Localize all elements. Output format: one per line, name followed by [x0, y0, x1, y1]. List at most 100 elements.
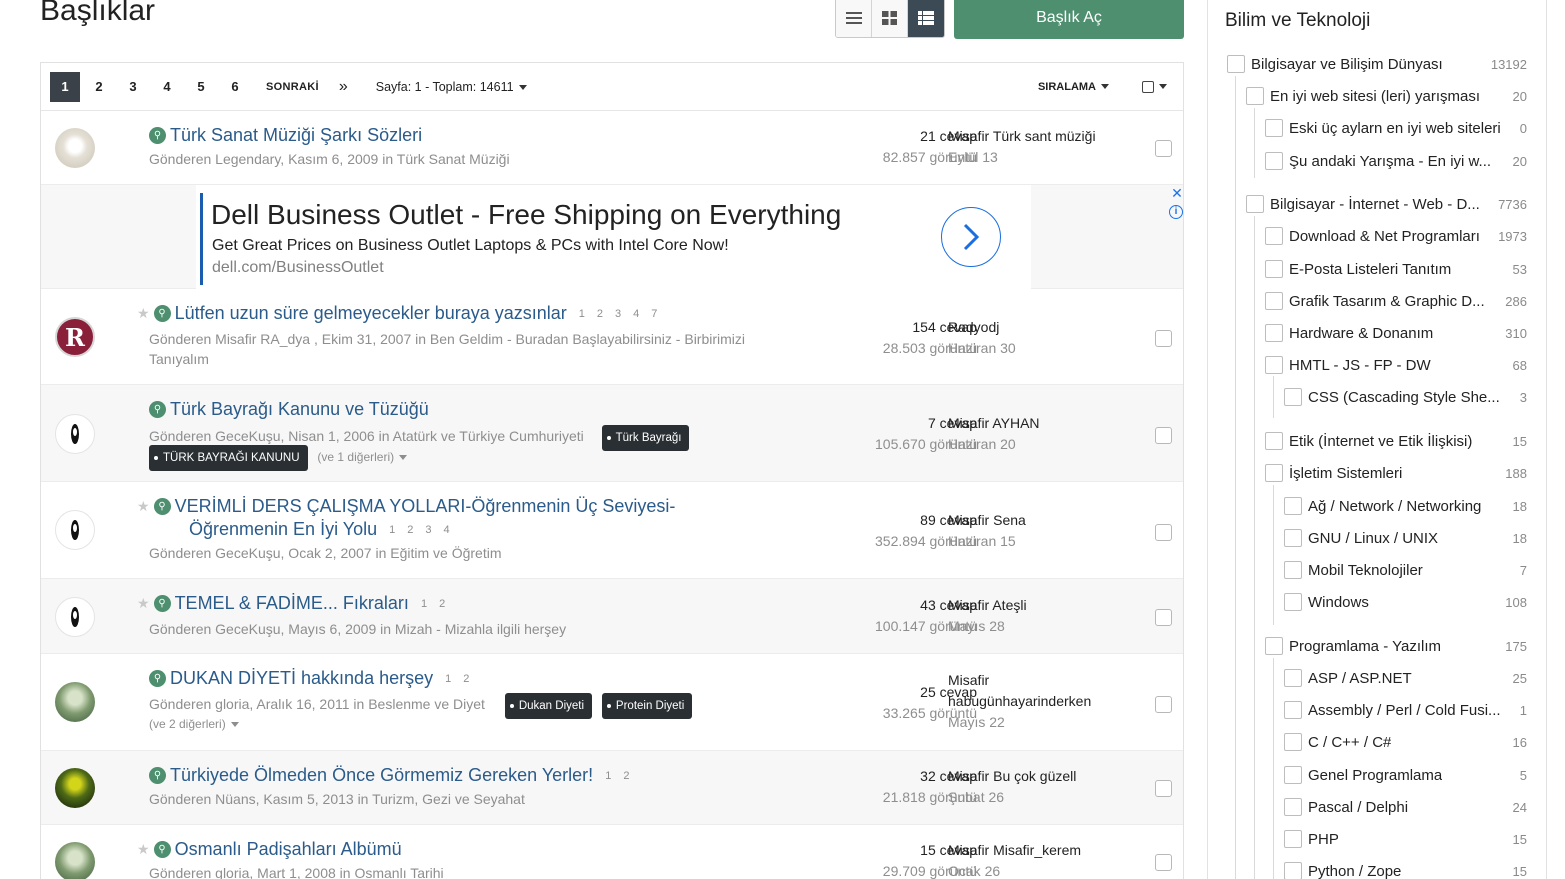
category-item[interactable]: Assembly / Perl / Cold Fusi... 1: [1284, 699, 1537, 721]
category-item[interactable]: Windows 108: [1284, 591, 1537, 613]
category-checkbox[interactable]: [1284, 561, 1302, 579]
list-view-button[interactable]: [836, 0, 872, 37]
row-checkbox[interactable]: [1155, 854, 1172, 871]
category-checkbox[interactable]: [1246, 87, 1264, 105]
row-checkbox[interactable]: [1155, 696, 1172, 713]
topic-title[interactable]: VERİMLİ DERS ÇALIŞMA YOLLARI-Öğrenmenin …: [175, 496, 676, 517]
mini-page-link[interactable]: 7: [651, 308, 657, 320]
category-checkbox[interactable]: [1284, 497, 1302, 515]
category-checkbox[interactable]: [1265, 464, 1283, 482]
topic-title-continued[interactable]: Öğrenmenin En İyi Yolu: [189, 519, 377, 540]
row-checkbox[interactable]: [1155, 140, 1172, 157]
new-topic-button[interactable]: Başlık Aç: [954, 0, 1184, 39]
star-icon[interactable]: ★: [137, 305, 150, 322]
category-checkbox[interactable]: [1284, 593, 1302, 611]
category-checkbox[interactable]: [1284, 388, 1302, 406]
avatar[interactable]: [55, 510, 95, 550]
page-link-1[interactable]: 1: [50, 71, 80, 102]
page-link-4[interactable]: 4: [152, 72, 182, 102]
avatar[interactable]: [55, 414, 95, 454]
category-item[interactable]: Bilgisayar - İnternet - Web - D... 7736: [1246, 193, 1537, 215]
ad-arrow-button[interactable]: [941, 207, 1001, 267]
sort-dropdown[interactable]: SIRALAMA: [1038, 81, 1109, 93]
category-checkbox[interactable]: [1284, 798, 1302, 816]
info-icon[interactable]: i: [1169, 205, 1183, 219]
last-post-date[interactable]: Şubat 26: [948, 787, 1076, 808]
row-checkbox[interactable]: [1155, 427, 1172, 444]
avatar[interactable]: [55, 128, 95, 168]
category-checkbox[interactable]: [1284, 862, 1302, 879]
more-tags-link[interactable]: (ve 2 diğerleri): [149, 713, 239, 734]
category-item[interactable]: Download & Net Programları 1973: [1265, 225, 1537, 247]
ad-content[interactable]: Dell Business Outlet - Free Shipping on …: [196, 185, 1183, 289]
star-icon[interactable]: ★: [137, 595, 150, 612]
category-checkbox[interactable]: [1284, 830, 1302, 848]
page-link-6[interactable]: 6: [220, 72, 250, 102]
tag[interactable]: Protein Diyeti: [601, 693, 693, 719]
last-post-date[interactable]: Eylül 13: [948, 147, 1096, 168]
last-post-date[interactable]: Haziran 15: [948, 531, 1026, 552]
category-checkbox[interactable]: [1227, 55, 1245, 73]
mini-page-link[interactable]: 2: [597, 308, 603, 320]
category-item[interactable]: Mobil Teknolojiler 7: [1284, 559, 1537, 581]
last-poster[interactable]: Misafir Bu çok güzell: [948, 766, 1076, 787]
row-checkbox[interactable]: [1155, 524, 1172, 541]
category-checkbox[interactable]: [1265, 152, 1283, 170]
avatar[interactable]: [55, 768, 95, 808]
mini-page-link[interactable]: 4: [444, 524, 450, 536]
category-checkbox[interactable]: [1265, 356, 1283, 374]
category-item[interactable]: GNU / Linux / UNIX 18: [1284, 527, 1537, 549]
row-checkbox[interactable]: [1155, 780, 1172, 797]
last-page-link[interactable]: »: [339, 78, 348, 96]
category-item[interactable]: Programlama - Yazılım 175: [1265, 635, 1537, 657]
category-checkbox[interactable]: [1265, 227, 1283, 245]
category-item[interactable]: Genel Programlama 5: [1284, 764, 1537, 786]
more-tags-link[interactable]: (ve 1 diğerleri): [317, 450, 408, 464]
last-post-date[interactable]: Haziran 30: [948, 338, 1016, 359]
last-poster[interactable]: Misafir Sena: [948, 510, 1026, 531]
star-icon[interactable]: ★: [137, 498, 150, 515]
mini-page-link[interactable]: 1: [389, 524, 395, 536]
mini-page-link[interactable]: 1: [421, 598, 427, 610]
last-poster[interactable]: Misafir Ateşli: [948, 595, 1027, 616]
category-item[interactable]: Hardware & Donanım 310: [1265, 322, 1537, 344]
close-icon[interactable]: ✕: [1169, 185, 1185, 201]
grid-view-button[interactable]: [872, 0, 908, 37]
topic-title[interactable]: DUKAN DİYETİ hakkında herşey: [170, 668, 433, 689]
tag[interactable]: Türk Bayrağı: [601, 425, 690, 451]
category-checkbox[interactable]: [1265, 432, 1283, 450]
last-post-date[interactable]: Mayıs 22: [948, 712, 1091, 733]
star-icon[interactable]: ★: [137, 841, 150, 858]
avatar[interactable]: [55, 682, 95, 722]
category-checkbox[interactable]: [1265, 324, 1283, 342]
last-poster[interactable]: Misafir Türk sant müziği: [948, 126, 1096, 147]
category-item[interactable]: Ağ / Network / Networking 18: [1284, 495, 1537, 517]
tag[interactable]: Dukan Diyeti: [504, 693, 593, 719]
category-checkbox[interactable]: [1284, 701, 1302, 719]
category-item[interactable]: İşletim Sistemleri 188: [1265, 462, 1537, 484]
last-poster[interactable]: Misafir: [948, 670, 1091, 691]
page-info-dropdown[interactable]: Sayfa: 1 - Toplam: 14611: [376, 80, 527, 94]
ad-url[interactable]: dell.com/BusinessOutlet: [212, 259, 384, 277]
mini-page-link[interactable]: 2: [463, 673, 469, 685]
avatar[interactable]: [55, 597, 95, 637]
avatar[interactable]: R: [55, 317, 95, 357]
mini-page-link[interactable]: 2: [623, 770, 629, 782]
category-checkbox[interactable]: [1246, 195, 1264, 213]
last-post-date[interactable]: Mayıs 28: [948, 616, 1027, 637]
row-checkbox[interactable]: [1155, 609, 1172, 626]
category-item[interactable]: PHP 15: [1284, 828, 1537, 850]
category-checkbox[interactable]: [1265, 292, 1283, 310]
last-poster[interactable]: Misafir Misafir_kerem: [948, 840, 1081, 861]
topic-title[interactable]: Lütfen uzun süre gelmeyecekler buraya ya…: [175, 303, 567, 324]
mini-page-link[interactable]: 2: [407, 524, 413, 536]
category-item[interactable]: Python / Zope 15: [1284, 860, 1537, 879]
topic-title[interactable]: Türkiyede Ölmeden Önce Görmemiz Gereken …: [170, 765, 593, 786]
mini-page-link[interactable]: 1: [579, 308, 585, 320]
category-item[interactable]: Pascal / Delphi 24: [1284, 796, 1537, 818]
category-item[interactable]: HMTL - JS - FP - DW 68: [1265, 354, 1537, 376]
category-item[interactable]: Grafik Tasarım & Graphic D... 286: [1265, 290, 1537, 312]
category-item[interactable]: C / C++ / C# 16: [1284, 731, 1537, 753]
category-item[interactable]: En iyi web sitesi (leri) yarışması 20: [1246, 85, 1537, 107]
category-checkbox[interactable]: [1284, 766, 1302, 784]
